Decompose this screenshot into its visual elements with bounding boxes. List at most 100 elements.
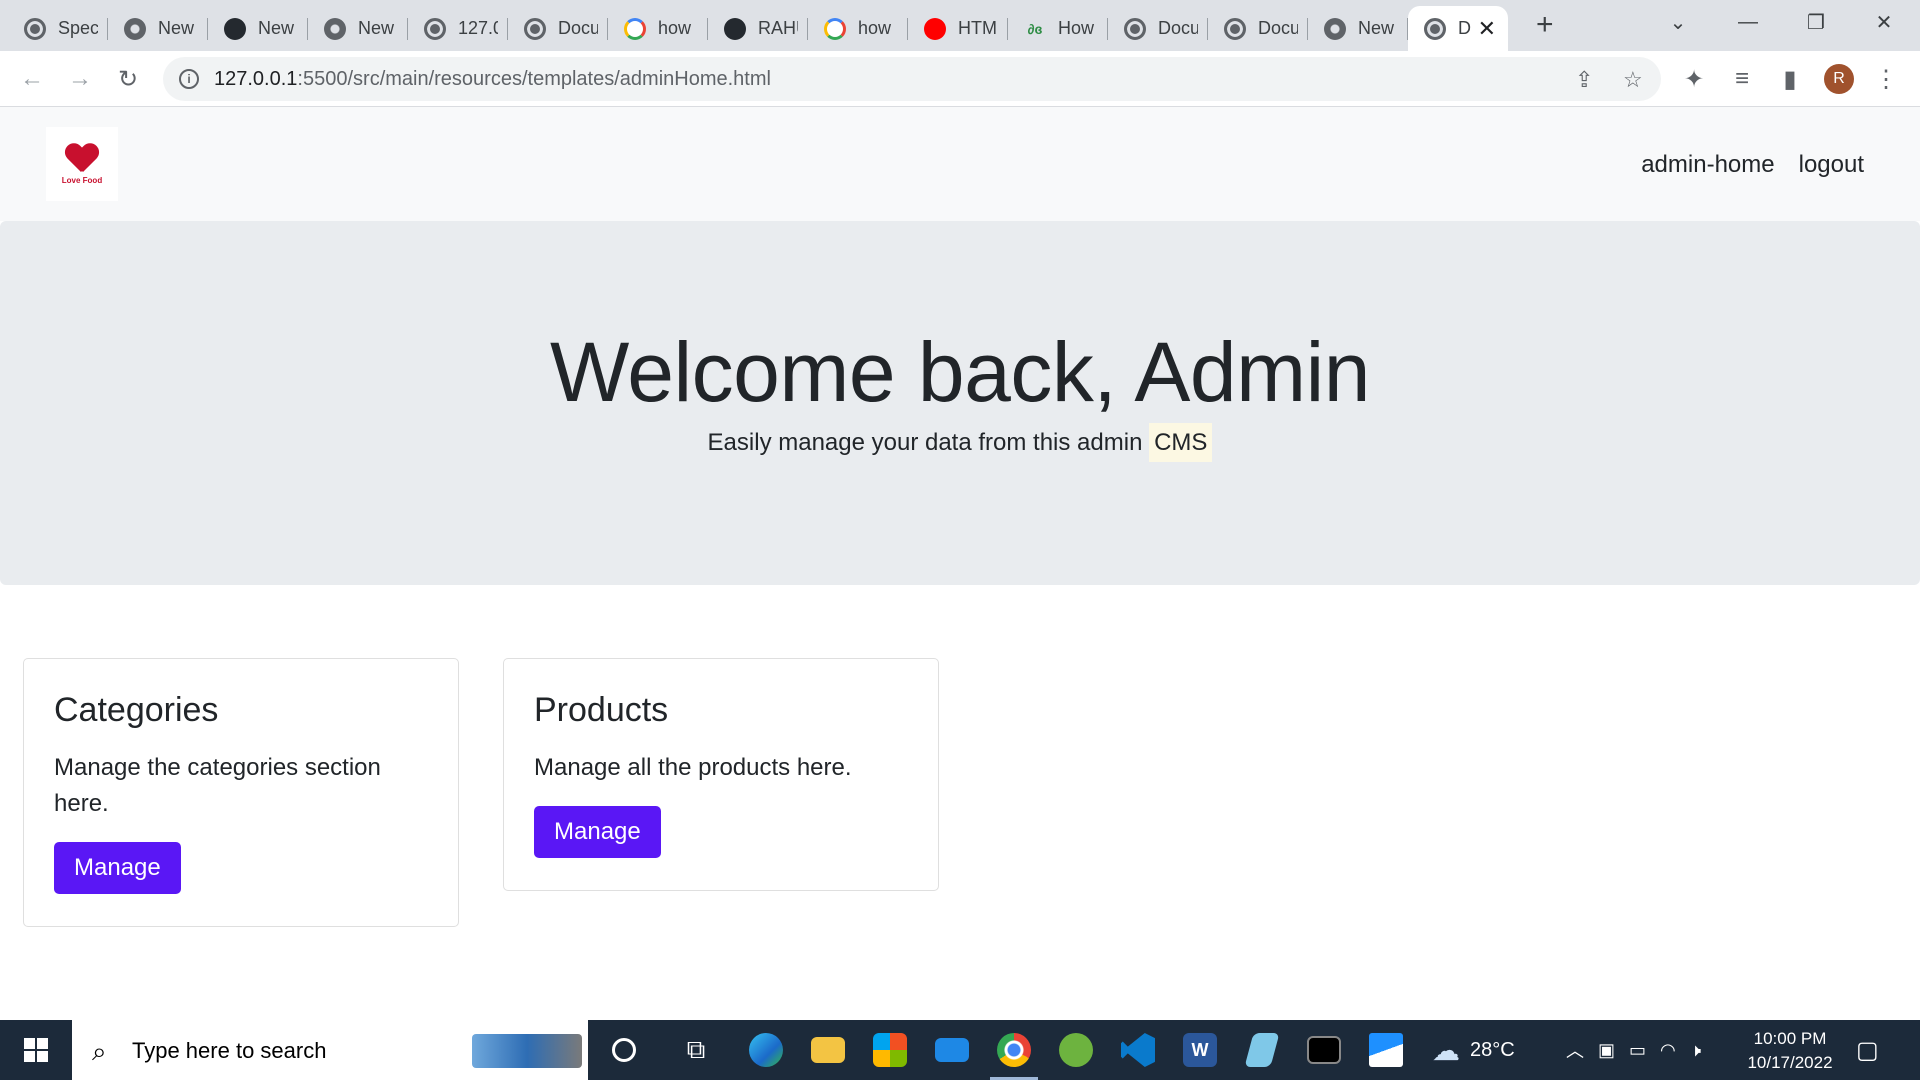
extensions-icon[interactable]: ✦: [1680, 65, 1708, 93]
bookmark-star-icon[interactable]: ☆: [1623, 67, 1643, 93]
minimize-icon[interactable]: —: [1714, 0, 1782, 45]
github-icon: [724, 17, 746, 40]
nav-links: admin-home logout: [1641, 151, 1864, 179]
forward-icon[interactable]: →: [66, 65, 94, 93]
restore-icon[interactable]: ❐: [1782, 0, 1850, 45]
mail-icon[interactable]: [922, 1020, 982, 1080]
globe-icon: [24, 17, 46, 40]
tab[interactable]: 127.0: [408, 6, 508, 51]
browser-toolbar: ← → ↻ i 127.0.0.1:5500/src/main/resource…: [0, 51, 1920, 107]
volume-muted-icon[interactable]: 🕨: [1690, 1040, 1701, 1061]
close-window-icon[interactable]: ✕: [1850, 0, 1918, 45]
tab[interactable]: Speci: [8, 6, 108, 51]
globe-icon: [1424, 17, 1446, 40]
manage-products-button[interactable]: Manage: [534, 806, 661, 858]
show-hidden-icon[interactable]: ︿: [1566, 1037, 1584, 1063]
tab-label: HTM: [958, 18, 997, 38]
tab[interactable]: how: [608, 6, 708, 51]
globe-icon: [1224, 17, 1246, 40]
file-explorer-icon[interactable]: [798, 1020, 858, 1080]
tab[interactable]: Docu: [1108, 6, 1208, 51]
globe-icon: [1124, 17, 1146, 40]
chrome-taskbar-icon[interactable]: [984, 1020, 1044, 1080]
weather-temp: 28°C: [1470, 1038, 1515, 1061]
chrome-icon: [324, 17, 346, 40]
clock[interactable]: 10:00 PM 10/17/2022: [1730, 1027, 1850, 1075]
url-path: :5500/src/main/resources/templates/admin…: [297, 68, 771, 90]
google-icon: [824, 17, 846, 40]
site-logo[interactable]: Love Food: [46, 127, 118, 201]
device-icon[interactable]: ▣: [1598, 1040, 1615, 1061]
card-text: Manage the categories section here.: [54, 754, 381, 817]
tab[interactable]: RAHU: [708, 6, 808, 51]
share-icon[interactable]: ⇪: [1575, 67, 1593, 93]
battery-icon[interactable]: ▭: [1629, 1040, 1646, 1061]
tab-label: New: [258, 18, 295, 38]
tab[interactable]: Docu: [508, 6, 608, 51]
tab[interactable]: ∂ɞ How: [1008, 6, 1108, 51]
vscode-icon[interactable]: [1108, 1020, 1168, 1080]
word-icon[interactable]: W: [1170, 1020, 1230, 1080]
url-text[interactable]: 127.0.0.1:5500/src/main/resources/templa…: [214, 68, 771, 91]
spring-tool-icon[interactable]: [1046, 1020, 1106, 1080]
tab[interactable]: how: [808, 6, 908, 51]
back-icon[interactable]: ←: [18, 65, 46, 93]
profile-avatar[interactable]: R: [1824, 64, 1854, 94]
taskbar: ⌕ Type here to search ⧉ W ☁ 28°C ︿ ▣ ▭ ◠…: [0, 1020, 1920, 1080]
tab-label: 127.0: [458, 18, 498, 38]
globe-icon: [524, 17, 546, 40]
google-icon: [624, 17, 646, 40]
taskbar-search[interactable]: ⌕ Type here to search: [72, 1020, 588, 1080]
search-highlight-icon: [472, 1034, 582, 1068]
tab-label: New: [1358, 18, 1395, 38]
site-info-icon[interactable]: i: [179, 69, 199, 89]
tab-label: New: [358, 18, 395, 38]
task-view-icon[interactable]: ⧉: [666, 1020, 726, 1080]
wifi-icon[interactable]: ◠: [1660, 1040, 1676, 1061]
github-icon: [224, 17, 246, 40]
search-icon: ⌕: [92, 1036, 107, 1066]
notepad-icon[interactable]: [1232, 1020, 1292, 1080]
hero-highlight: CMS: [1149, 423, 1213, 462]
tab-label: Docu: [558, 18, 598, 38]
manage-categories-button[interactable]: Manage: [54, 842, 181, 894]
store-icon[interactable]: [860, 1020, 920, 1080]
notification-icon[interactable]: ▢: [1856, 1020, 1879, 1080]
tab[interactable]: New: [308, 6, 408, 51]
address-bar[interactable]: i 127.0.0.1:5500/src/main/resources/temp…: [163, 57, 1661, 101]
card-title: Categories: [54, 691, 219, 729]
tab-label: Docu: [1258, 18, 1298, 38]
new-tab-icon[interactable]: +: [1536, 10, 1554, 40]
card-products: Products Manage all the products here. M…: [503, 658, 939, 891]
nav-link-admin-home[interactable]: admin-home: [1641, 151, 1774, 179]
media-control-icon[interactable]: ≡: [1728, 65, 1756, 93]
tab-label: How: [1058, 18, 1095, 38]
start-button[interactable]: [0, 1020, 72, 1080]
menu-icon[interactable]: ⋮: [1872, 65, 1900, 93]
tab[interactable]: New: [108, 6, 208, 51]
weather-widget[interactable]: ☁ 28°C: [1432, 1020, 1515, 1080]
card-title: Products: [534, 691, 669, 729]
close-tab-icon[interactable]: ✕: [1478, 16, 1496, 42]
card-text: Manage all the products here.: [534, 754, 852, 781]
tab[interactable]: New: [208, 6, 308, 51]
edge-icon[interactable]: [736, 1020, 796, 1080]
tab[interactable]: Docu: [1208, 6, 1308, 51]
tab-active[interactable]: D ✕: [1408, 6, 1508, 51]
reload-icon[interactable]: ↻: [114, 65, 142, 93]
windows-icon: [24, 1038, 48, 1062]
cloud-icon: ☁: [1432, 1034, 1460, 1066]
side-panel-icon[interactable]: ▮: [1776, 65, 1804, 93]
logo-text: Love Food: [61, 175, 103, 185]
tab[interactable]: New: [1308, 6, 1408, 51]
tab-label: New: [158, 18, 195, 38]
photos-icon[interactable]: [1356, 1020, 1416, 1080]
clock-date: 10/17/2022: [1747, 1053, 1833, 1072]
tab-label: D: [1458, 18, 1471, 38]
terminal-icon[interactable]: [1294, 1020, 1354, 1080]
tab-search-icon[interactable]: ⌄: [1644, 0, 1712, 45]
cortana-icon[interactable]: [594, 1020, 654, 1080]
nav-link-logout[interactable]: logout: [1799, 151, 1864, 179]
gfg-icon: ∂ɞ: [1027, 20, 1043, 37]
tab[interactable]: HTM: [908, 6, 1008, 51]
